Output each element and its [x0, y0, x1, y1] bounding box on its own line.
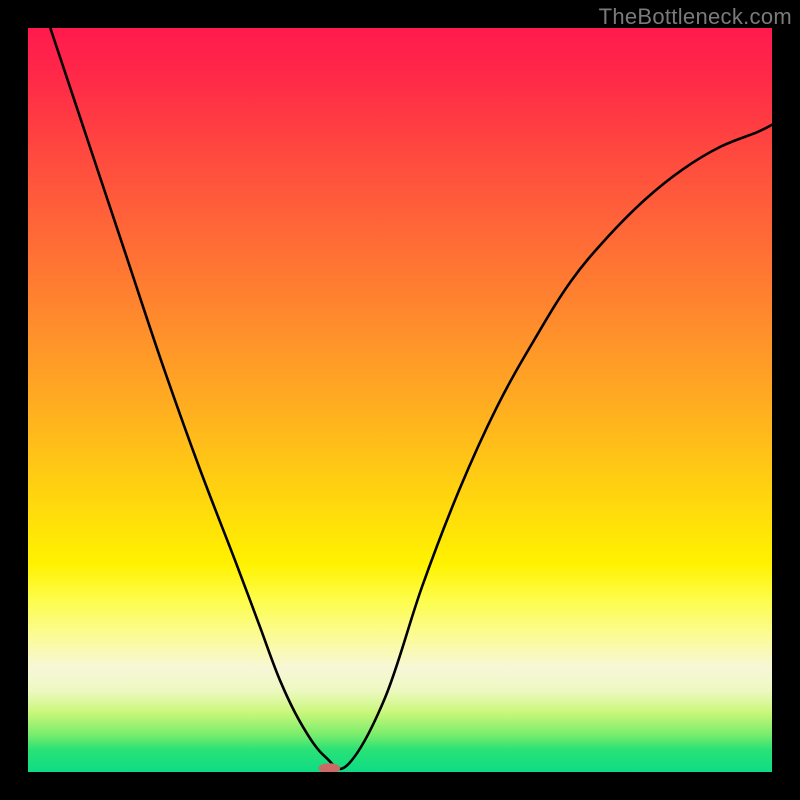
- bottleneck-curve: [50, 28, 772, 769]
- optimum-marker: [319, 764, 340, 772]
- watermark-text: TheBottleneck.com: [599, 4, 792, 30]
- chart-area: [28, 28, 772, 772]
- chart-svg: [28, 28, 772, 772]
